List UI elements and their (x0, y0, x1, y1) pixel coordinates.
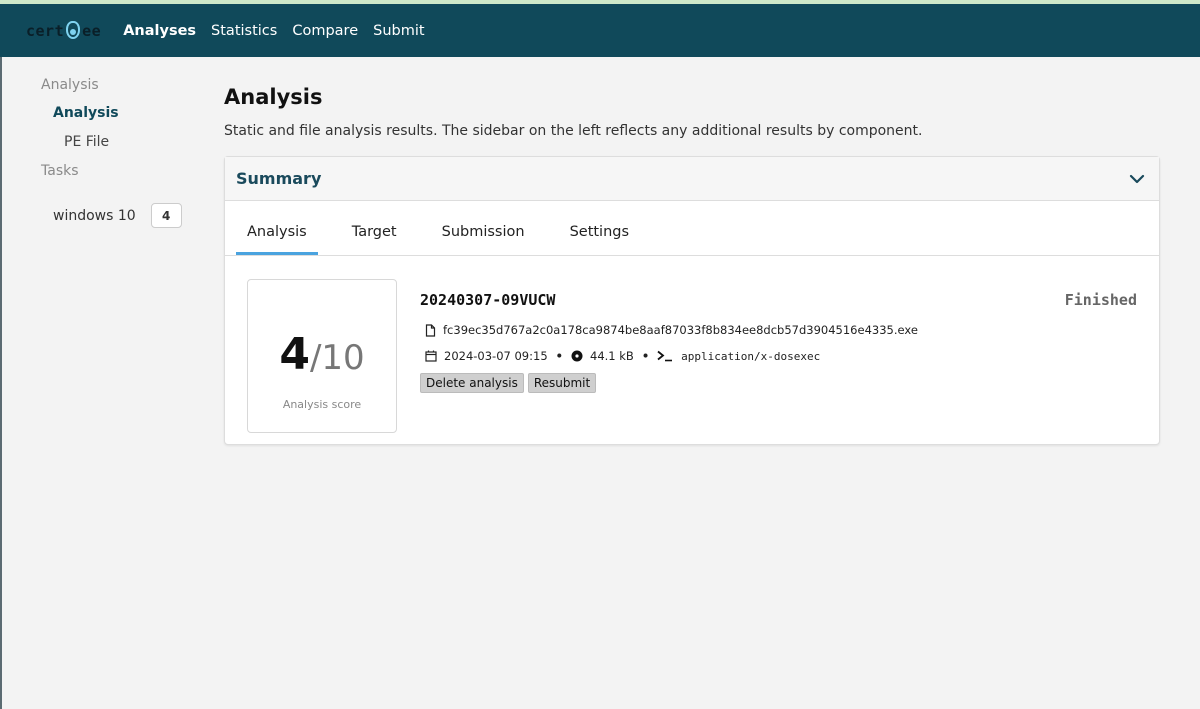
tab-submission[interactable]: Submission (431, 224, 536, 255)
score-max: /10 (309, 338, 365, 378)
sidebar-task-windows-10[interactable]: windows 10 4 (41, 203, 224, 228)
analysis-info: 20240307-09VUCW fc39ec35d767a2c0a178ca98… (420, 279, 1137, 433)
main-content: Analysis Static and file analysis result… (224, 57, 1200, 445)
summary-card: Summary Analysis Target Submission Setti… (224, 156, 1160, 445)
bee-icon (66, 20, 81, 39)
navbar: cert ee Analyses Statistics Compare Subm… (0, 4, 1200, 57)
summary-body: 4 /10 Analysis score 20240307-09VUCW fc3… (225, 256, 1159, 444)
tab-analysis[interactable]: Analysis (236, 224, 318, 255)
mime-type: application/x-dosexec (681, 349, 821, 363)
calendar-icon (425, 350, 437, 362)
chevron-down-icon[interactable] (1129, 171, 1145, 187)
sidebar: Analysis Analysis PE File Tasks windows … (0, 57, 224, 445)
action-buttons: Delete analysis Resubmit (420, 373, 1137, 393)
score-box: 4 /10 Analysis score (247, 279, 397, 433)
file-size: 44.1 kB (590, 349, 634, 363)
tab-settings[interactable]: Settings (559, 224, 640, 255)
page-description: Static and file analysis results. The si… (224, 123, 923, 139)
summary-header[interactable]: Summary (225, 157, 1159, 201)
sidebar-section-analysis: Analysis (41, 77, 99, 93)
nav-compare[interactable]: Compare (292, 23, 358, 39)
file-icon (425, 323, 436, 337)
sidebar-item-pe-file[interactable]: PE File (41, 134, 224, 150)
sidebar-section-tasks: Tasks (41, 163, 79, 179)
window-left-edge (0, 57, 2, 709)
task-count-badge: 4 (150, 203, 182, 228)
delete-analysis-button[interactable]: Delete analysis (420, 373, 524, 393)
separator-dot: • (641, 349, 650, 363)
brand-text-right: ee (82, 21, 102, 40)
nav-submit[interactable]: Submit (373, 23, 424, 39)
resubmit-button[interactable]: Resubmit (527, 373, 597, 393)
analysis-id: 20240307-09VUCW (420, 291, 556, 309)
score-value: 4 (279, 329, 310, 380)
status-badge: Finished (1064, 291, 1137, 309)
terminal-icon (657, 350, 673, 362)
nav-analyses[interactable]: Analyses (123, 23, 196, 39)
tab-target[interactable]: Target (341, 224, 408, 255)
page-title: Analysis (224, 85, 323, 109)
score: 4 /10 (279, 329, 364, 380)
task-label: windows 10 (53, 207, 136, 224)
file-row: fc39ec35d767a2c0a178ca9874be8aaf87033f8b… (420, 323, 1137, 337)
file-name: fc39ec35d767a2c0a178ca9874be8aaf87033f8b… (443, 323, 918, 337)
summary-tabs: Analysis Target Submission Settings (225, 201, 1159, 256)
sidebar-item-analysis[interactable]: Analysis (41, 105, 224, 121)
score-label: Analysis score (282, 398, 362, 411)
nav-statistics[interactable]: Statistics (211, 23, 277, 39)
separator-dot: • (555, 349, 563, 363)
brand-text-left: cert (26, 21, 65, 40)
brand-logo[interactable]: cert ee (26, 20, 102, 40)
summary-title: Summary (236, 169, 322, 188)
analysis-date: 2024-03-07 09:15 (444, 349, 548, 363)
disk-icon (571, 350, 583, 362)
meta-row: 2024-03-07 09:15 • 44.1 kB • application (420, 349, 1137, 363)
